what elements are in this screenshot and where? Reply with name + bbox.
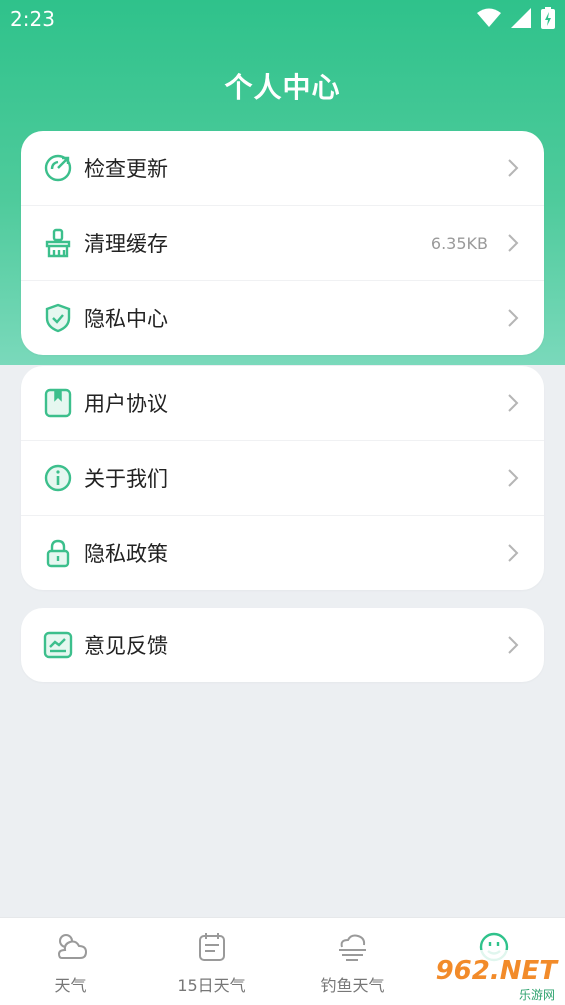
calendar-icon — [198, 933, 225, 961]
chevron-right-icon — [508, 159, 519, 177]
clear-cache-label: 清理缓存 — [84, 232, 168, 256]
broom-icon — [45, 228, 71, 258]
clear-cache-row[interactable]: 清理缓存 6.35KB — [21, 206, 544, 281]
cloud-wind-icon — [338, 934, 366, 961]
nav-item-fishing[interactable]: 钓鱼天气 — [282, 918, 423, 1005]
chevron-right-icon — [508, 394, 519, 412]
watermark-subtext: 乐游网 — [518, 988, 555, 1002]
wifi-icon — [477, 8, 501, 27]
privacy-center-label: 隐私中心 — [84, 307, 168, 331]
cache-size-value: 6.35KB — [430, 233, 488, 253]
watermark-text: 962.NET — [435, 956, 557, 986]
privacy-center-row[interactable]: 隐私中心 — [21, 281, 544, 355]
user-agreement-label: 用户协议 — [84, 392, 168, 416]
document-bookmark-icon — [44, 388, 72, 418]
feedback-label: 意见反馈 — [84, 634, 168, 658]
settings-card-3: 意见反馈 — [21, 608, 544, 682]
privacy-policy-row[interactable]: 隐私政策 — [21, 516, 544, 590]
status-icons — [477, 7, 555, 29]
settings-card-2: 用户协议 关于我们 隐私政策 — [21, 366, 544, 590]
cloud-sun-icon — [57, 934, 87, 959]
check-update-label: 检查更新 — [84, 157, 168, 181]
chevron-right-icon — [508, 309, 519, 327]
settings-card-1: 检查更新 清理缓存 6.35KB 隐私中心 — [21, 131, 544, 355]
nav-item-15day[interactable]: 15日天气 — [141, 918, 282, 1005]
privacy-policy-label: 隐私政策 — [84, 542, 168, 566]
about-us-row[interactable]: 关于我们 — [21, 441, 544, 516]
check-update-row[interactable]: 检查更新 — [21, 131, 544, 206]
chevron-right-icon — [508, 544, 519, 562]
nav-label-weather: 天气 — [54, 976, 87, 995]
nav-item-weather[interactable]: 天气 — [0, 918, 141, 1005]
nav-label-15day: 15日天气 — [177, 976, 246, 995]
info-icon — [44, 464, 72, 492]
watermark-logo: 962.NET 乐游网 — [425, 950, 565, 1004]
lock-icon — [46, 539, 70, 568]
update-icon — [44, 154, 72, 182]
chevron-right-icon — [508, 636, 519, 654]
page-title: 个人中心 — [224, 71, 341, 104]
nav-label-fishing: 钓鱼天气 — [320, 976, 385, 995]
feedback-chart-icon — [43, 631, 73, 659]
user-agreement-row[interactable]: 用户协议 — [21, 366, 544, 441]
shield-check-icon — [45, 303, 71, 333]
status-time: 2:23 — [10, 7, 55, 31]
signal-icon — [511, 8, 531, 28]
chevron-right-icon — [508, 234, 519, 252]
chevron-right-icon — [508, 469, 519, 487]
feedback-row[interactable]: 意见反馈 — [21, 608, 544, 682]
battery-icon — [541, 7, 555, 29]
status-bar: 2:23 — [0, 0, 565, 38]
about-us-label: 关于我们 — [84, 467, 168, 491]
